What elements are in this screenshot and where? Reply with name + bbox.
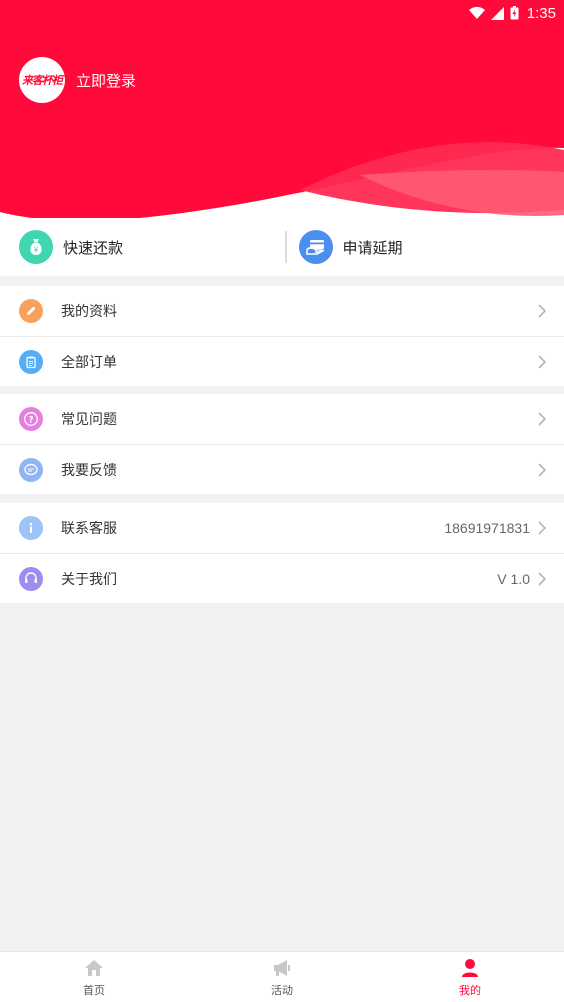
menu-group-help: ? 常见问题 我要反馈 <box>0 394 564 494</box>
chevron-right-icon <box>538 571 547 586</box>
status-time: 1:35 <box>526 4 556 22</box>
menu-item-label: 联系客服 <box>61 521 117 537</box>
tab-label: 我的 <box>459 983 481 997</box>
question-icon: ? <box>19 407 43 431</box>
menu-item-label: 我的资料 <box>61 304 117 320</box>
login-entry[interactable]: 来客杯柜 立即登录 <box>19 57 136 103</box>
bottom-tab-bar: 首页 活动 我的 <box>0 951 564 1002</box>
info-icon <box>19 516 43 540</box>
chevron-right-icon <box>538 354 547 369</box>
menu-group-account: 我的资料 全部订单 <box>0 286 564 386</box>
wifi-icon <box>468 6 485 19</box>
chevron-right-icon <box>538 412 547 426</box>
menu-item-all-orders[interactable]: 全部订单 <box>0 336 564 386</box>
menu-item-label: 关于我们 <box>61 571 117 588</box>
menu-group-contact: 联系客服 18691971831 关于我们 V 1.0 <box>0 503 564 603</box>
menu-item-label: 我要反馈 <box>61 462 117 479</box>
menu-item-feedback[interactable]: 我要反馈 <box>0 444 564 494</box>
tab-activity[interactable]: 活动 <box>188 952 376 1002</box>
battery-icon <box>510 6 519 20</box>
service-phone-number: 18691971831 <box>444 520 530 536</box>
card-hand-icon <box>298 230 333 264</box>
tab-mine[interactable]: 我的 <box>376 952 564 1002</box>
home-icon <box>85 959 103 976</box>
money-bag-icon: ¥ <box>19 230 53 264</box>
logo-text: 来客杯柜 <box>22 74 63 87</box>
apply-extension-button[interactable]: 申请延期 <box>287 218 564 276</box>
menu-item-label: 常见问题 <box>61 412 117 428</box>
status-bar: 1:35 <box>0 0 564 26</box>
menu-item-label: 全部订单 <box>61 354 117 371</box>
header-wave-background <box>0 0 564 221</box>
login-button[interactable]: 立即登录 <box>76 70 136 91</box>
profile-header: 1:35 来客杯柜 立即登录 <box>0 0 564 225</box>
tab-label: 活动 <box>271 983 293 997</box>
quick-repay-label: 快速还款 <box>63 238 124 257</box>
chevron-right-icon <box>538 462 547 477</box>
app-logo: 来客杯柜 <box>19 57 65 103</box>
menu-item-customer-service[interactable]: 联系客服 18691971831 <box>0 503 564 553</box>
clipboard-icon <box>19 349 43 374</box>
tab-home[interactable]: 首页 <box>0 952 188 1002</box>
svg-text:¥: ¥ <box>33 246 38 255</box>
signal-icon <box>490 6 504 20</box>
chevron-right-icon <box>538 521 547 535</box>
svg-text:?: ? <box>28 416 33 426</box>
user-icon <box>462 958 478 977</box>
megaphone-icon <box>274 959 290 976</box>
menu-item-my-profile[interactable]: 我的资料 <box>0 286 564 336</box>
menu-item-faq[interactable]: ? 常见问题 <box>0 394 564 444</box>
chevron-right-icon <box>538 304 547 318</box>
quick-actions-bar: ¥ 快速还款 申请延期 <box>0 218 564 276</box>
chat-bubble-icon <box>19 457 43 482</box>
app-version: V 1.0 <box>497 570 530 587</box>
headset-icon <box>19 566 43 591</box>
apply-extension-label: 申请延期 <box>342 238 403 257</box>
pencil-icon <box>19 299 43 323</box>
quick-repay-button[interactable]: ¥ 快速还款 <box>0 218 285 276</box>
menu-item-about-us[interactable]: 关于我们 V 1.0 <box>0 553 564 603</box>
tab-label: 首页 <box>83 983 105 997</box>
